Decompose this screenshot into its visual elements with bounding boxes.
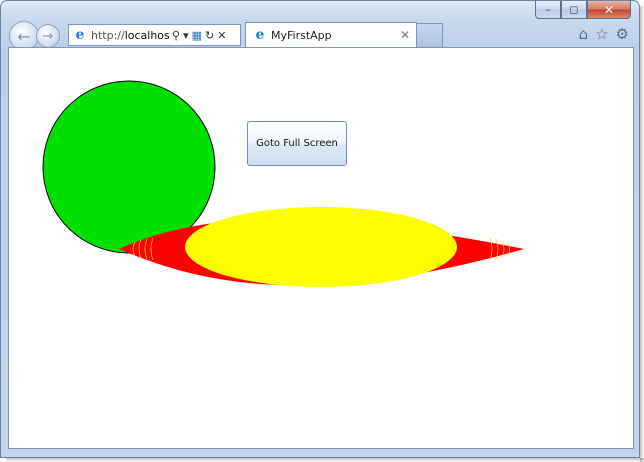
compatibility-view-icon[interactable]: ▦ (192, 29, 202, 42)
maximize-icon: ◻ (569, 3, 579, 16)
forward-arrow-icon: → (42, 28, 54, 44)
tab-title: MyFirstApp (271, 28, 332, 42)
tab-myfirstapp[interactable]: e MyFirstApp ✕ (245, 22, 417, 47)
search-icon[interactable]: ⚲ (172, 29, 180, 42)
favorites-star-icon[interactable]: ☆ (595, 25, 608, 43)
drawing-canvas (42, 80, 524, 287)
new-tab-button[interactable] (417, 23, 443, 47)
page-content: Goto Full Screen (8, 47, 634, 449)
window-shadow (640, 6, 644, 462)
goto-full-screen-button[interactable]: Goto Full Screen (247, 121, 347, 166)
browser-toolbar: ⌂ ☆ ⚙ (579, 25, 629, 43)
dropdown-arrow-icon[interactable]: ▾ (183, 29, 189, 42)
window-shadow (6, 458, 644, 462)
ie-page-icon: e (255, 27, 265, 43)
tab-close-icon[interactable]: ✕ (400, 28, 410, 42)
ie-page-icon: e (75, 27, 85, 43)
minimize-button[interactable]: – (535, 1, 561, 19)
minimize-icon: – (545, 3, 551, 16)
refresh-icon[interactable]: ↻ (205, 29, 214, 42)
address-url[interactable]: http://localhost: (91, 29, 169, 42)
stop-icon[interactable]: ✕ (217, 29, 226, 42)
home-icon[interactable]: ⌂ (579, 25, 589, 43)
close-icon: ✕ (603, 2, 615, 17)
settings-gear-icon[interactable]: ⚙ (616, 25, 629, 43)
window-caption-buttons: – ◻ ✕ (535, 1, 631, 20)
browser-window: – ◻ ✕ ← → e http://localhost: ⚲ ▾ ▦ ↻ ✕ … (0, 0, 640, 458)
maximize-button[interactable]: ◻ (561, 1, 587, 19)
back-arrow-icon: ← (17, 26, 31, 46)
address-bar[interactable]: e http://localhost: ⚲ ▾ ▦ ↻ ✕ (68, 24, 241, 46)
forward-button[interactable]: → (36, 24, 60, 48)
close-button[interactable]: ✕ (587, 1, 631, 19)
yellow-ellipse (185, 207, 457, 287)
